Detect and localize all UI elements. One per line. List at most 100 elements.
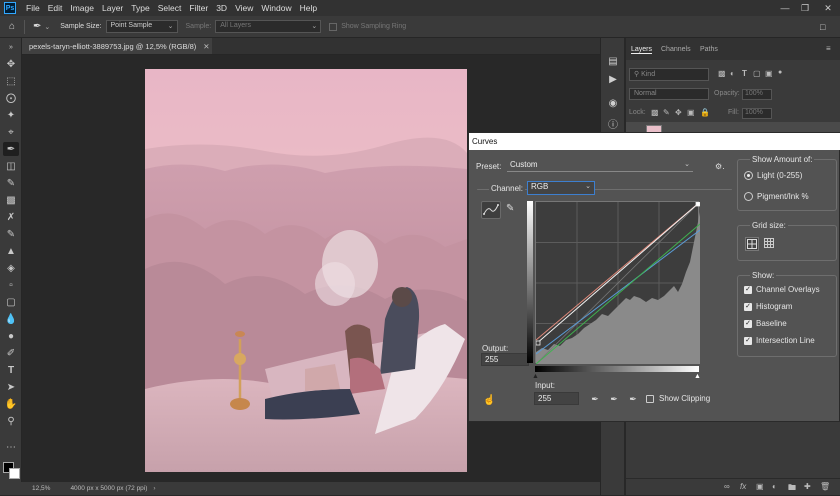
marquee-tool-icon[interactable]: ⬚ — [3, 74, 19, 88]
menu-select[interactable]: Select — [154, 3, 186, 13]
sampling-ring-checkbox[interactable] — [329, 22, 338, 31]
crop-tool-icon[interactable]: ⌖ — [3, 125, 19, 139]
clone-stamp-tool-icon[interactable]: ▩ — [3, 193, 19, 207]
eraser-icon[interactable]: ▫ — [3, 278, 19, 292]
lasso-tool-icon[interactable]: ⨀ — [3, 91, 19, 105]
menu-help[interactable]: Help — [296, 3, 321, 13]
delete-layer-icon[interactable]: 🗑 — [820, 482, 830, 491]
draw-pencil-icon[interactable]: ✎ — [506, 203, 514, 214]
fill-field[interactable]: 100% — [742, 108, 772, 119]
menu-file[interactable]: File — [22, 3, 44, 13]
menu-window[interactable]: Window — [257, 3, 295, 13]
eraser-tool-icon[interactable]: ✎ — [3, 227, 19, 241]
blur-tool-icon[interactable]: 💧 — [3, 312, 19, 326]
share-icon[interactable]: □ — [820, 22, 825, 32]
filter-toggle-icon[interactable]: ● — [778, 69, 782, 76]
histogram-panel-icon[interactable]: ▤ — [606, 54, 620, 68]
new-adjustment-icon[interactable]: ◐ — [772, 482, 777, 491]
dodge-tool-icon[interactable]: ● — [3, 329, 19, 343]
lock-transparent-icon[interactable]: ▩ — [651, 108, 659, 117]
info-icon[interactable]: ⓘ — [606, 116, 620, 131]
minimize-icon[interactable]: — — [775, 0, 795, 16]
detailed-grid-button[interactable] — [763, 237, 777, 251]
white-point-slider[interactable]: ▲ — [694, 373, 701, 380]
sample-select[interactable]: All Layers ⌄ — [215, 20, 322, 33]
layer-style-icon[interactable]: fx — [740, 482, 746, 491]
new-layer-icon[interactable]: ✚ — [804, 482, 811, 491]
chevron-right-icon[interactable]: › — [153, 485, 155, 492]
dialog-titlebar[interactable]: Curves — [469, 133, 840, 150]
channel-overlays-checkbox[interactable]: ✓ — [744, 286, 752, 294]
menu-view[interactable]: View — [231, 3, 257, 13]
input-field[interactable]: 255 — [534, 392, 579, 405]
more-tools-icon[interactable]: ⋯ — [3, 440, 19, 454]
smart-object-filter-icon[interactable]: ▣ — [765, 69, 773, 78]
pigment-radio[interactable] — [744, 192, 753, 201]
pen-tool-icon[interactable]: ✐ — [3, 346, 19, 360]
kind-filter-select[interactable]: ⚲ Kind — [629, 68, 709, 81]
hand-tool-icon[interactable]: ✋ — [3, 397, 19, 411]
background-color-swatch[interactable] — [9, 468, 20, 479]
intersection-line-checkbox[interactable]: ✓ — [744, 337, 752, 345]
black-point-eyedropper-icon[interactable]: ✒ — [589, 393, 601, 405]
brush-tool-icon[interactable]: ✎ — [3, 176, 19, 190]
tab-channels[interactable]: Channels — [661, 46, 691, 53]
menu-layer[interactable]: Layer — [98, 3, 127, 13]
menu-filter[interactable]: Filter — [185, 3, 212, 13]
paint-bucket-tool-icon[interactable]: ◈ — [3, 261, 19, 275]
gray-point-eyedropper-icon[interactable]: ✒ — [608, 393, 620, 405]
menu-edit[interactable]: Edit — [44, 3, 67, 13]
lock-image-icon[interactable]: ✎ — [663, 108, 670, 117]
histogram-checkbox[interactable]: ✓ — [744, 303, 752, 311]
tab-paths[interactable]: Paths — [700, 46, 718, 53]
eyedropper-preset-icon[interactable]: ✒ — [33, 21, 41, 32]
on-image-adjust-icon[interactable]: ☝ — [483, 395, 495, 406]
path-selection-tool-icon[interactable]: ➤ — [3, 380, 19, 394]
document-image[interactable] — [145, 69, 467, 472]
collapse-icon[interactable]: » — [3, 40, 19, 54]
move-tool-icon[interactable]: ✥ — [3, 57, 19, 71]
baseline-checkbox[interactable]: ✓ — [744, 320, 752, 328]
home-icon[interactable]: ⌂ — [0, 21, 24, 32]
type-tool-icon[interactable]: T — [3, 363, 19, 377]
tab-layers[interactable]: Layers — [631, 46, 653, 54]
link-layers-icon[interactable]: ∞ — [724, 482, 730, 491]
add-mask-icon[interactable]: ▣ — [756, 482, 764, 491]
history-brush-tool-icon[interactable]: ✗ — [3, 210, 19, 224]
new-group-icon[interactable]: 🖿 — [788, 482, 796, 496]
lock-position-icon[interactable]: ✥ — [675, 108, 682, 117]
preset-options-gear-icon[interactable]: ⚙․ — [715, 162, 725, 171]
zoom-level[interactable]: 12,5% — [32, 485, 50, 492]
type-filter-icon[interactable]: T — [742, 69, 747, 78]
black-point-slider[interactable]: ▲ — [532, 373, 539, 380]
adjustment-filter-icon[interactable]: ◐ — [730, 69, 735, 78]
menu-type[interactable]: Type — [127, 3, 153, 13]
close-icon[interactable]: ✕ — [818, 0, 838, 16]
curves-graph[interactable] — [535, 201, 701, 365]
pixel-filter-icon[interactable]: ▩ — [718, 69, 726, 78]
healing-brush-tool-icon[interactable]: ◫ — [3, 159, 19, 173]
lock-artboard-icon[interactable]: ▣ — [687, 108, 695, 117]
light-radio[interactable] — [744, 171, 753, 180]
simple-grid-button[interactable] — [745, 237, 759, 251]
output-field[interactable]: 255 — [481, 353, 529, 366]
close-tab-icon[interactable]: ✕ — [203, 42, 209, 51]
channel-select[interactable]: RGB ⌄ — [527, 181, 595, 195]
adjustments-panel-icon[interactable]: ◉ — [606, 96, 620, 110]
zoom-tool-icon[interactable]: ⚲ — [3, 414, 19, 428]
document-tab[interactable]: pexels-taryn-elliott-3889753.jpg @ 12,5%… — [22, 38, 212, 55]
gradient-tool-icon[interactable]: ▢ — [3, 295, 19, 309]
stamp-tool-icon[interactable]: ▲ — [3, 244, 19, 258]
preset-select[interactable]: Custom ⌄ — [507, 160, 693, 172]
menu-3d[interactable]: 3D — [212, 3, 231, 13]
play-actions-icon[interactable]: ▶ — [606, 72, 620, 86]
chevron-down-icon[interactable]: ⌄ — [44, 23, 50, 31]
restore-icon[interactable]: ❐ — [795, 0, 815, 16]
blend-mode-select[interactable]: Normal — [629, 88, 709, 100]
lock-all-icon[interactable]: 🔒 — [700, 108, 710, 117]
sample-size-select[interactable]: Point Sample ⌄ — [105, 20, 178, 33]
eyedropper-tool-icon[interactable]: ✒ — [3, 142, 19, 156]
show-clipping-checkbox[interactable] — [646, 395, 654, 403]
magic-wand-tool-icon[interactable]: ✦ — [3, 108, 19, 122]
white-point-eyedropper-icon[interactable]: ✒ — [627, 393, 639, 405]
